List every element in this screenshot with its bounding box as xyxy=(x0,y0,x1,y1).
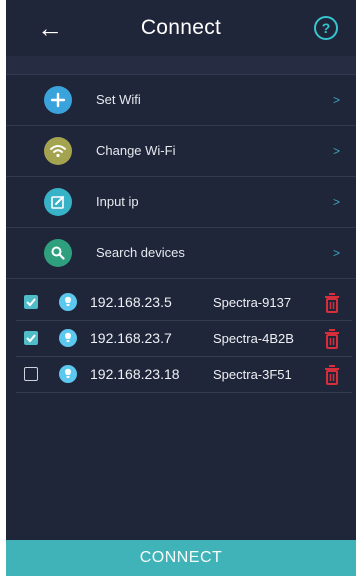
connection-menu: Set Wifi > Change Wi-Fi > Input ip > Sea… xyxy=(6,74,356,279)
delete-icon[interactable] xyxy=(322,291,342,315)
device-ip: 192.168.23.7 xyxy=(90,330,172,346)
connect-button[interactable]: CONNECT xyxy=(6,540,356,576)
device-list: 192.168.23.5 Spectra-9137 192.168.23.7 S… xyxy=(16,285,352,393)
edit-icon xyxy=(44,188,72,216)
menu-item-label: Set Wifi xyxy=(96,92,141,107)
bulb-icon xyxy=(58,364,78,384)
delete-icon[interactable] xyxy=(322,327,342,351)
chevron-right-icon: > xyxy=(332,195,340,209)
device-row[interactable]: 192.168.23.5 Spectra-9137 xyxy=(16,285,352,321)
device-row[interactable]: 192.168.23.18 Spectra-3F51 xyxy=(16,357,352,393)
chevron-right-icon: > xyxy=(332,246,340,260)
page-title: Connect xyxy=(140,16,222,39)
device-checkbox[interactable] xyxy=(24,367,38,381)
menu-item-set-wifi[interactable]: Set Wifi > xyxy=(6,74,356,125)
menu-item-label: Input ip xyxy=(96,194,139,209)
device-checkbox[interactable] xyxy=(24,295,38,309)
menu-item-input-ip[interactable]: Input ip > xyxy=(6,176,356,227)
device-name: Spectra-3F51 xyxy=(213,367,292,382)
menu-item-search-devices[interactable]: Search devices > xyxy=(6,227,356,279)
device-name: Spectra-4B2B xyxy=(213,331,294,346)
menu-item-change-wifi[interactable]: Change Wi-Fi > xyxy=(6,125,356,176)
device-name: Spectra-9137 xyxy=(213,295,292,310)
search-icon xyxy=(44,239,72,267)
chevron-right-icon: > xyxy=(332,144,340,158)
back-arrow-icon[interactable]: ← xyxy=(36,14,64,42)
device-ip: 192.168.23.18 xyxy=(90,366,180,382)
plus-icon xyxy=(44,86,72,114)
header-bar: ← Connect ? xyxy=(6,0,356,56)
wifi-icon xyxy=(44,137,72,165)
connect-screen: ← Connect ? Set Wifi > Change Wi-Fi > In… xyxy=(6,0,356,576)
chevron-right-icon: > xyxy=(332,93,340,107)
bulb-icon xyxy=(58,328,78,348)
delete-icon[interactable] xyxy=(322,363,342,387)
header-divider xyxy=(6,56,356,74)
menu-item-label: Search devices xyxy=(96,245,185,260)
help-icon[interactable]: ? xyxy=(314,16,338,40)
device-row[interactable]: 192.168.23.7 Spectra-4B2B xyxy=(16,321,352,357)
device-ip: 192.168.23.5 xyxy=(90,294,172,310)
bulb-icon xyxy=(58,292,78,312)
menu-item-label: Change Wi-Fi xyxy=(96,143,176,158)
device-checkbox[interactable] xyxy=(24,331,38,345)
